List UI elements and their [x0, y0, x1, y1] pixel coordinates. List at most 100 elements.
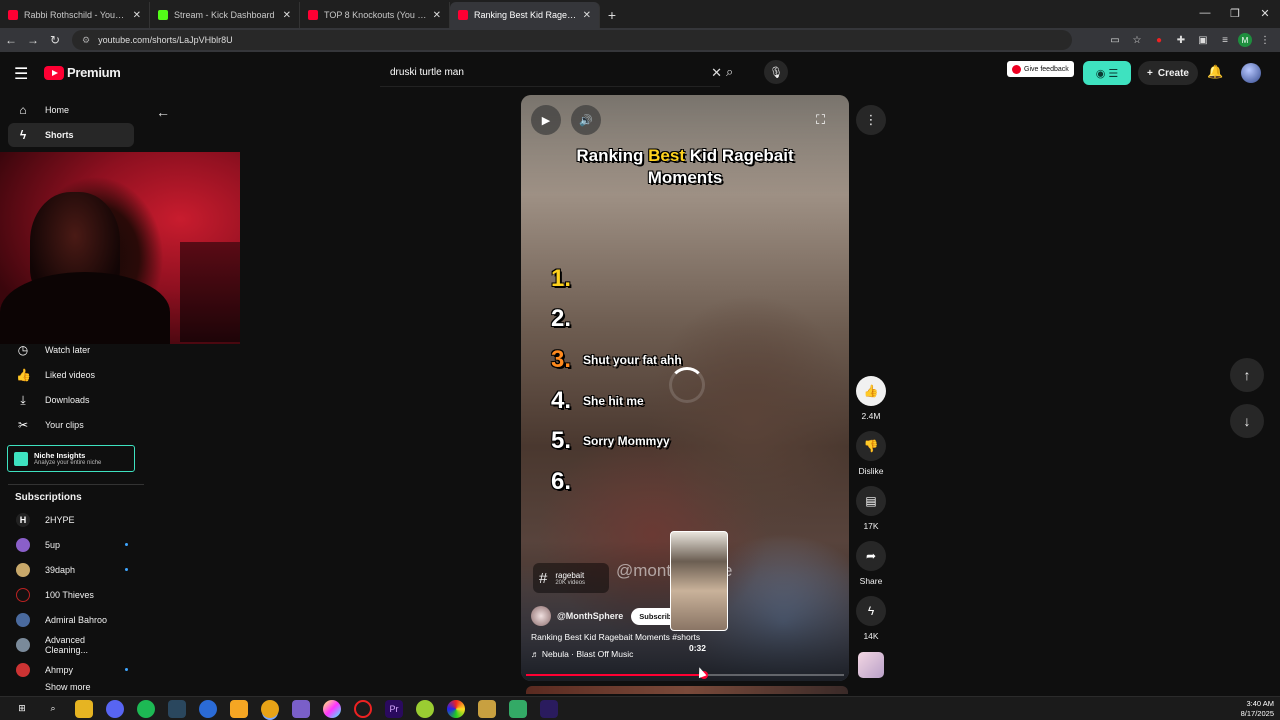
system-clock[interactable]: 3:40 AM 8/17/2025	[1241, 699, 1274, 719]
new-tab-button[interactable]: +	[600, 2, 624, 28]
close-icon[interactable]: ✕	[133, 10, 141, 21]
vlc-icon[interactable]	[230, 699, 248, 718]
channel-avatar[interactable]	[531, 606, 551, 626]
paint-icon[interactable]	[323, 699, 341, 718]
music-credit[interactable]: ♬ Nebula · Blast Off Music	[531, 649, 633, 659]
profile-avatar[interactable]: M	[1238, 33, 1252, 47]
share-arrow-icon: ➦	[865, 549, 877, 563]
search-icon[interactable]: ⌕	[726, 64, 733, 80]
back-icon[interactable]: ←	[0, 29, 22, 51]
new-content-dot	[125, 668, 128, 671]
url-input[interactable]: ⚙ youtube.com/shorts/LaJpVHblr8U	[72, 30, 1072, 50]
play-icon[interactable]: ▶	[531, 105, 561, 135]
extension-red-icon[interactable]: ●	[1150, 30, 1168, 50]
show-more-button[interactable]: Show more	[16, 682, 128, 694]
app-shield-icon[interactable]	[509, 699, 527, 718]
webcam-background-shelf	[180, 242, 240, 342]
subscription-item[interactable]: Ahmpy	[16, 660, 128, 680]
previous-short-button[interactable]: ↑	[1230, 358, 1264, 392]
extensions-puzzle-icon[interactable]: ✚	[1172, 30, 1190, 50]
next-short-button[interactable]: ↓	[1230, 404, 1264, 438]
subscription-item[interactable]: Advanced Cleaning...	[16, 635, 128, 655]
close-icon[interactable]: ✕	[583, 10, 591, 21]
thumbs-down-icon: 👎	[863, 439, 879, 453]
subscription-item[interactable]: 5up	[16, 535, 128, 555]
hashtag-chip[interactable]: # ragebait 20K videos	[533, 563, 609, 593]
cast-icon[interactable]: ▭	[1106, 30, 1124, 50]
share-button[interactable]: ➦	[856, 541, 886, 571]
premiere-pro-icon[interactable]: Pr	[385, 699, 403, 718]
sidebar-item-shorts[interactable]: ϟ Shorts	[8, 123, 134, 147]
search-input[interactable]: druski turtle man ✕	[380, 59, 722, 87]
dislike-button[interactable]: 👎	[856, 431, 886, 461]
subscription-item[interactable]: 39daph	[16, 560, 128, 580]
fullscreen-icon[interactable]: ⛶	[816, 112, 825, 128]
sidebar-icon[interactable]: ▣	[1194, 30, 1212, 50]
close-icon[interactable]: ✕	[433, 10, 441, 21]
browser-tab-bar: Rabbi Rothschild - YouTube ✕ Stream - Kic…	[0, 0, 1280, 28]
sidebar-item-liked-videos[interactable]: 👍 Liked videos	[8, 363, 134, 387]
opera-icon[interactable]	[354, 699, 372, 718]
battlenet-icon[interactable]	[199, 699, 217, 718]
reload-icon[interactable]: ↻	[44, 29, 66, 51]
sidebar-divider	[8, 484, 144, 485]
close-icon[interactable]: ✕	[283, 10, 291, 21]
browser-tab[interactable]: Stream - Kick Dashboard ✕	[150, 2, 300, 28]
app-color-icon[interactable]	[447, 699, 465, 718]
discord-icon[interactable]	[106, 699, 124, 718]
windows-start-icon[interactable]: ⊞	[13, 700, 31, 718]
volume-icon[interactable]: 🔊	[571, 105, 601, 135]
menu-dots-icon[interactable]: ⋮	[1256, 30, 1274, 50]
browser-tab[interactable]: Rabbi Rothschild - YouTube ✕	[0, 2, 150, 28]
niche-insights-button[interactable]: Niche Insights Analyze your entire niche	[7, 445, 135, 472]
sidebar-item-downloads[interactable]: ⤓ Downloads	[8, 388, 134, 412]
subscription-item[interactable]: Admiral Bahroo	[16, 610, 128, 630]
youtube-header: ☰ Premium druski turtle man ✕ ⌕ 🎙 Give f…	[0, 52, 1280, 94]
account-avatar[interactable]	[1241, 63, 1261, 83]
scrub-preview-thumbnail	[670, 531, 728, 631]
media-controls-icon[interactable]: ≡	[1216, 30, 1234, 50]
browser-tab[interactable]: TOP 8 Knockouts (You Havent s✕	[300, 2, 450, 28]
create-button[interactable]: + Create	[1138, 61, 1198, 85]
forward-icon[interactable]: →	[22, 29, 44, 51]
microphone-icon[interactable]: 🎙	[764, 60, 788, 84]
rank-item: 1.	[551, 265, 572, 292]
sidebar-item-home[interactable]: ⌂ Home	[8, 98, 134, 122]
close-window-icon[interactable]: ✕	[1250, 0, 1280, 26]
next-short-peek[interactable]	[526, 686, 848, 694]
like-button[interactable]: 👍	[856, 376, 886, 406]
chrome-icon[interactable]	[261, 699, 279, 718]
maximize-icon[interactable]: ❐	[1220, 0, 1250, 26]
back-arrow-icon[interactable]: ←	[156, 104, 170, 120]
youtube-logo[interactable]: Premium	[44, 65, 121, 80]
minimize-icon[interactable]: —	[1190, 0, 1220, 26]
notifications-bell-icon[interactable]: 🔔	[1207, 64, 1223, 80]
sound-thumbnail[interactable]	[858, 652, 884, 678]
clear-search-icon[interactable]: ✕	[711, 65, 722, 81]
app-dark-icon[interactable]	[540, 699, 558, 718]
channel-name[interactable]: @MonthSphere	[557, 611, 623, 621]
video-progress-bar[interactable]	[526, 671, 844, 679]
remix-button[interactable]: ϟ	[856, 596, 886, 626]
more-options-icon[interactable]: ⋮	[856, 105, 886, 135]
steam-icon[interactable]	[168, 699, 186, 718]
sidebar-item-your-clips[interactable]: ✂ Your clips	[8, 413, 134, 437]
comments-button[interactable]: ▤	[856, 486, 886, 516]
youtube-icon	[8, 10, 18, 20]
browser-tab-active[interactable]: Ranking Best Kid Ragebait Mo✕	[450, 2, 600, 28]
niche-extension-button[interactable]: ◉ ☰	[1083, 61, 1131, 85]
subscription-item[interactable]: H 2HYPE	[16, 510, 128, 530]
twitch-icon[interactable]	[292, 699, 310, 718]
spotify-icon[interactable]	[137, 699, 155, 718]
video-caption[interactable]: Ranking Best Kid Ragebait Moments #short…	[531, 632, 700, 642]
file-explorer-icon[interactable]	[75, 699, 93, 718]
give-feedback-button[interactable]: Give feedback	[1007, 61, 1074, 77]
bookmark-star-icon[interactable]: ☆	[1128, 30, 1146, 50]
app-green-icon[interactable]	[416, 699, 434, 718]
site-info-icon[interactable]: ⚙	[82, 35, 90, 46]
shorts-player[interactable]: ▶ 🔊 ⛶ Ranking Best Kid Ragebait Moments …	[521, 95, 849, 681]
hamburger-menu-icon[interactable]: ☰	[14, 64, 28, 84]
search-taskbar-icon[interactable]: ⌕	[44, 700, 62, 718]
minecraft-icon[interactable]	[478, 699, 496, 718]
subscription-item[interactable]: 100 Thieves	[16, 585, 128, 605]
